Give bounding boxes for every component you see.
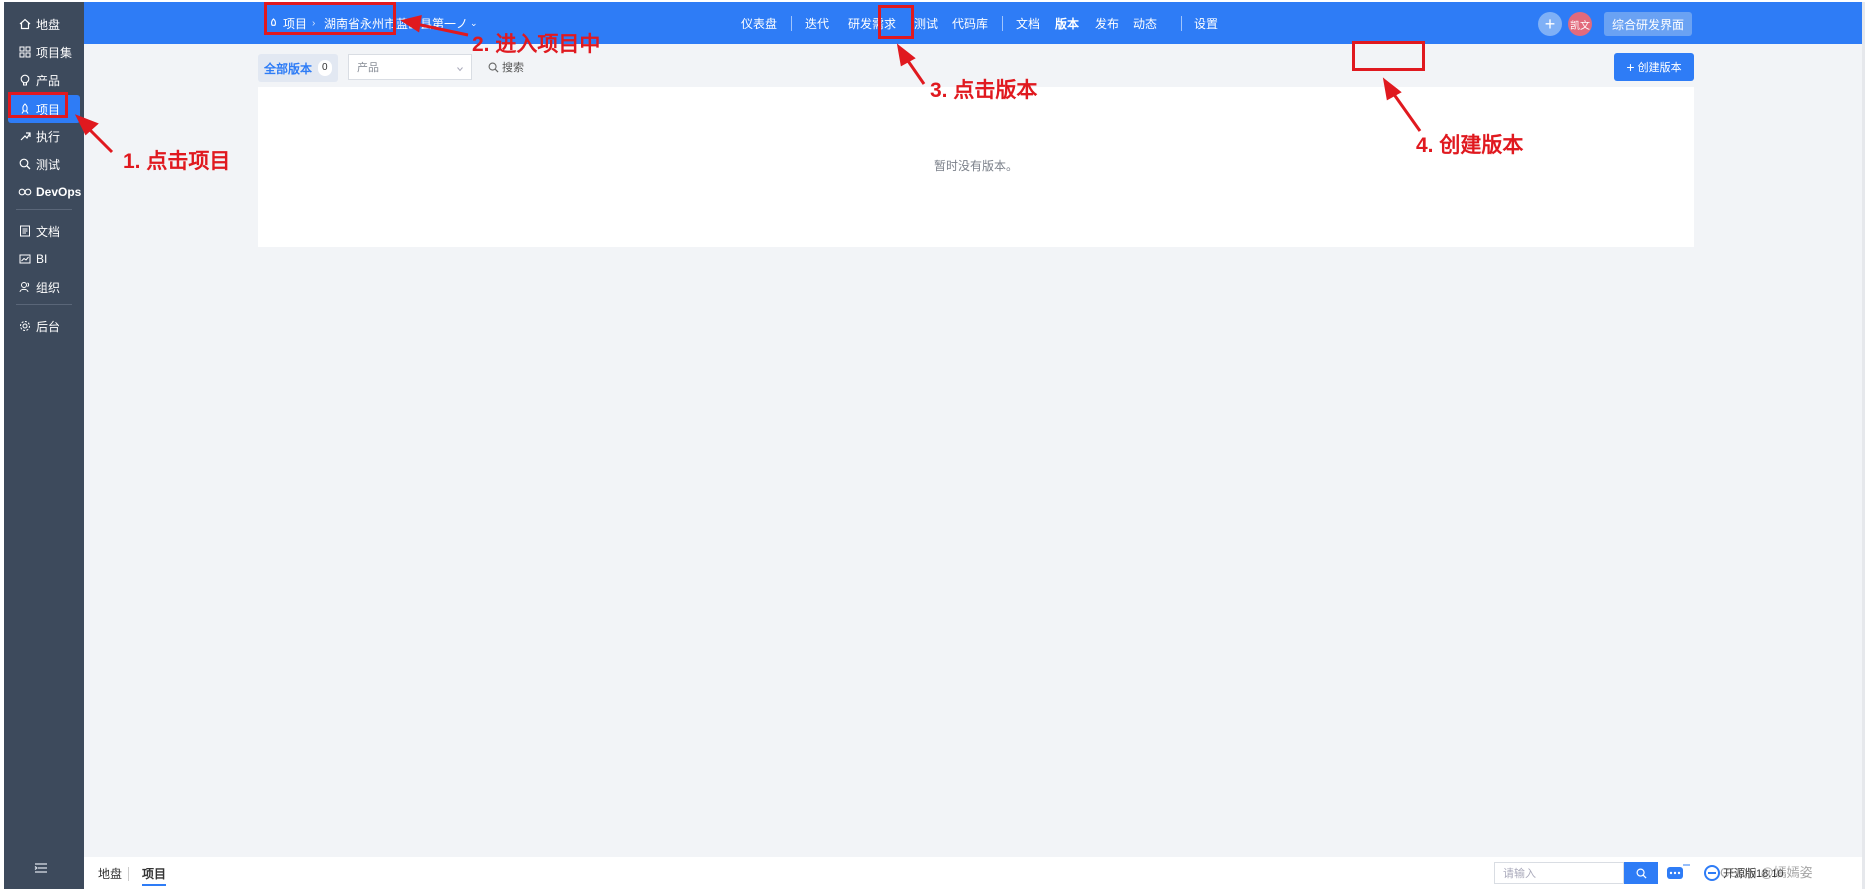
- watermark: CSDN @嫣嫣姿: [1720, 865, 1813, 880]
- annotation-arrows: [74, 14, 1422, 154]
